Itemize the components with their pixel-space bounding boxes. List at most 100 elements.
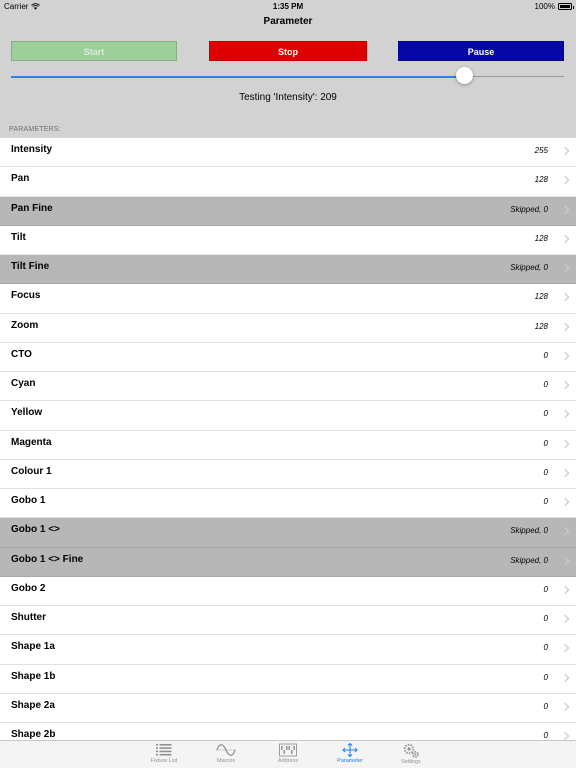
parameter-name: Shape 2a bbox=[11, 699, 55, 711]
chevron-right-icon bbox=[560, 702, 570, 711]
section-header: PARAMETERS: bbox=[9, 126, 61, 133]
parameter-name: Shape 1a bbox=[11, 641, 55, 653]
parameter-name: Intensity bbox=[11, 144, 53, 155]
tab-label: Address bbox=[277, 758, 299, 764]
battery-icon bbox=[558, 3, 574, 10]
parameter-row[interactable]: Magenta 0 bbox=[0, 430, 576, 460]
value-slider[interactable] bbox=[11, 67, 564, 85]
move-arrows-icon bbox=[342, 743, 358, 757]
parameter-name: Zoom bbox=[11, 319, 39, 331]
parameter-row[interactable]: Shape 2a 0 bbox=[0, 693, 576, 723]
parameter-row[interactable]: Pan 128 bbox=[0, 167, 576, 197]
parameter-value: 0 bbox=[543, 350, 548, 360]
chevron-right-icon bbox=[560, 527, 570, 536]
tab-parameter[interactable]: Parameter bbox=[320, 741, 380, 768]
pause-button[interactable]: Pause bbox=[398, 41, 564, 61]
parameter-row[interactable]: Zoom 128 bbox=[0, 313, 576, 343]
parameter-name: Gobo 1 <> Fine bbox=[11, 553, 84, 565]
parameter-value: 0 bbox=[543, 584, 548, 594]
parameter-row[interactable]: Focus 128 bbox=[0, 284, 576, 314]
parameter-list[interactable]: Intensity 255 Pan 128 Pan Fine Skipped, 0 Tilt… bbox=[0, 138, 576, 740]
tab-bar: Fixture List Macros Address Parameter Se… bbox=[0, 740, 576, 768]
gears-icon bbox=[403, 743, 419, 758]
battery-percent: 100% bbox=[534, 2, 555, 11]
parameter-value: 0 bbox=[543, 497, 548, 506]
parameter-name: Gobo 1 <> bbox=[11, 524, 60, 536]
parameter-row[interactable]: Cyan 0 bbox=[0, 372, 576, 402]
tab-label: Settings bbox=[401, 759, 421, 765]
slider-fill bbox=[11, 75, 465, 78]
parameter-name: Shape 1b bbox=[11, 670, 56, 682]
chevron-right-icon bbox=[560, 322, 570, 331]
chevron-right-icon bbox=[560, 176, 570, 185]
parameter-row[interactable]: Tilt Fine Skipped, 0 bbox=[0, 255, 576, 285]
parameter-name: Gobo 2 bbox=[11, 582, 46, 594]
parameter-name: Magenta bbox=[11, 436, 52, 448]
parameter-value: 0 bbox=[543, 731, 548, 740]
parameter-row[interactable]: Shutter 0 bbox=[0, 606, 576, 636]
parameter-name: Focus bbox=[11, 290, 41, 302]
tab-fixture-list[interactable]: Fixture List bbox=[134, 741, 194, 768]
parameter-value: 0 bbox=[543, 643, 548, 653]
chevron-right-icon bbox=[560, 234, 570, 243]
parameter-row[interactable]: Tilt 128 bbox=[0, 225, 576, 255]
parameter-value: 255 bbox=[534, 146, 548, 155]
testing-status: Testing 'Intensity': 209 bbox=[239, 92, 337, 103]
tab-macros[interactable]: Macros bbox=[196, 741, 256, 768]
chevron-right-icon bbox=[560, 614, 570, 624]
parameter-name: Pan Fine bbox=[11, 202, 53, 214]
chevron-right-icon bbox=[560, 439, 570, 448]
parameter-row[interactable]: Pan Fine Skipped, 0 bbox=[0, 196, 576, 226]
parameter-name: Cyan bbox=[11, 378, 36, 389]
chevron-right-icon bbox=[560, 644, 570, 653]
parameter-row[interactable]: Gobo 1 <> Fine Skipped, 0 bbox=[0, 547, 576, 577]
parameter-value: Skipped, 0 bbox=[510, 526, 548, 536]
parameter-row[interactable]: Gobo 1 <> Skipped, 0 bbox=[0, 518, 576, 548]
parameter-row[interactable]: Shape 2b 0 bbox=[0, 723, 576, 740]
parameter-value: 128 bbox=[534, 233, 548, 243]
parameter-value: 0 bbox=[543, 438, 548, 448]
tab-address[interactable]: Address bbox=[258, 741, 318, 768]
parameter-row[interactable]: Yellow 0 bbox=[0, 401, 576, 431]
parameter-row[interactable]: Intensity 255 bbox=[0, 138, 576, 168]
dip-switch-icon bbox=[279, 743, 297, 757]
parameter-row[interactable]: Gobo 1 0 bbox=[0, 489, 576, 519]
parameter-name: Tilt bbox=[11, 231, 26, 243]
parameter-row[interactable]: CTO 0 bbox=[0, 342, 576, 372]
page-title: Parameter bbox=[263, 16, 313, 27]
chevron-right-icon bbox=[560, 556, 570, 565]
status-bar: Carrier 1:35 PM 100% bbox=[0, 0, 576, 14]
battery-group: 100% bbox=[534, 2, 574, 11]
parameter-row[interactable]: Gobo 2 0 bbox=[0, 576, 576, 606]
chevron-right-icon bbox=[560, 410, 570, 419]
parameter-name: CTO bbox=[11, 348, 32, 360]
parameter-name: Pan bbox=[11, 173, 30, 185]
slider-thumb[interactable] bbox=[455, 67, 473, 84]
parameter-name: Shutter bbox=[11, 612, 46, 623]
parameter-value: 0 bbox=[543, 614, 548, 623]
parameter-name: Colour 1 bbox=[11, 465, 52, 477]
chevron-right-icon bbox=[560, 351, 570, 360]
parameter-value: 128 bbox=[534, 321, 548, 331]
parameter-value: 0 bbox=[543, 701, 548, 711]
parameter-value: 0 bbox=[543, 672, 548, 682]
parameter-row[interactable]: Shape 1b 0 bbox=[0, 664, 576, 694]
tab-settings[interactable]: Settings bbox=[381, 741, 441, 768]
chevron-right-icon bbox=[560, 293, 570, 302]
parameter-value: 0 bbox=[543, 380, 548, 389]
parameter-row[interactable]: Shape 1a 0 bbox=[0, 635, 576, 665]
parameter-value: 128 bbox=[534, 175, 548, 185]
parameter-row[interactable]: Colour 1 0 bbox=[0, 459, 576, 489]
parameter-name: Gobo 1 bbox=[11, 495, 46, 506]
chevron-right-icon bbox=[560, 205, 570, 214]
parameter-value: 128 bbox=[534, 292, 548, 302]
parameter-value: Skipped, 0 bbox=[510, 555, 548, 565]
chevron-right-icon bbox=[560, 380, 570, 390]
parameter-value: Skipped, 0 bbox=[510, 204, 548, 214]
parameter-value: Skipped, 0 bbox=[510, 263, 548, 272]
start-button[interactable]: Start bbox=[11, 41, 177, 61]
parameter-name: Shape 2b bbox=[11, 729, 56, 740]
parameter-value: 0 bbox=[543, 409, 548, 419]
list-icon bbox=[156, 744, 172, 756]
stop-button[interactable]: Stop bbox=[209, 41, 367, 61]
